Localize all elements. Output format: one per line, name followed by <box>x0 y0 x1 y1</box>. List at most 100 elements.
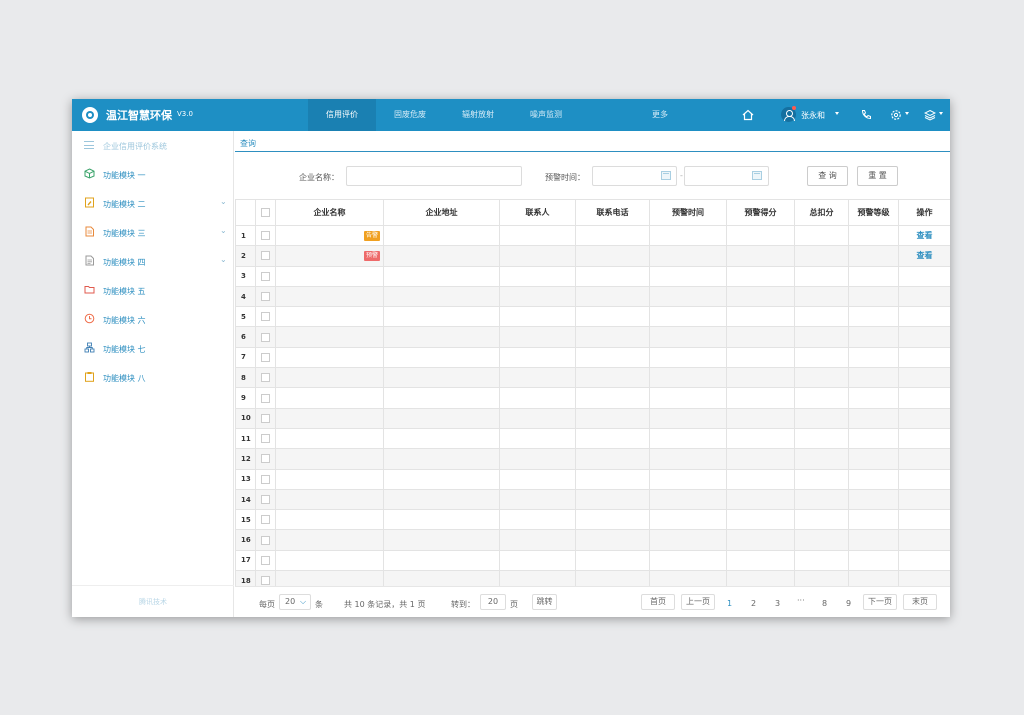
sidebar-item[interactable]: 功能模块 七 <box>72 336 234 360</box>
table-cell <box>383 224 500 247</box>
table-cell <box>649 529 727 551</box>
sidebar-item-label: 功能模块 三 <box>103 229 146 238</box>
column-header[interactable]: 企业名称 <box>275 199 384 226</box>
page-link[interactable]: 8 <box>822 599 827 608</box>
sidebar-header: 企业信用评价系统 <box>72 131 234 159</box>
sidebar-item[interactable]: 功能模块 八 <box>72 365 234 389</box>
row-checkbox[interactable] <box>261 474 270 484</box>
chevron-down-icon[interactable]: ⌄ <box>220 197 227 206</box>
row-checkbox[interactable] <box>261 454 270 464</box>
tab-solid-waste[interactable]: 固废危废 <box>376 99 444 131</box>
table-cell <box>649 306 727 328</box>
row-checkbox[interactable] <box>261 413 270 423</box>
row-checkbox[interactable] <box>261 251 270 261</box>
next-page-button[interactable]: 下一页 <box>863 594 897 610</box>
company-name-input[interactable] <box>346 166 522 186</box>
goto-button[interactable]: 跳转 <box>532 594 557 610</box>
page-link[interactable]: 1 <box>727 599 732 608</box>
row-checkbox[interactable] <box>261 373 270 383</box>
row-checkbox[interactable] <box>261 271 270 281</box>
sidebar-item[interactable]: 功能模块 五 <box>72 278 234 302</box>
layers-chevron-down-icon[interactable] <box>939 112 943 115</box>
start-calendar-icon[interactable] <box>661 171 671 180</box>
row-checkbox[interactable] <box>261 495 270 504</box>
tab-noise-monitoring[interactable]: 噪声监测 <box>512 99 580 131</box>
row-checkbox[interactable] <box>261 515 270 525</box>
column-header[interactable]: 联系人 <box>499 199 576 226</box>
settings-chevron-down-icon[interactable] <box>905 112 909 115</box>
row-checkbox[interactable] <box>261 312 270 322</box>
goto-page-input[interactable]: 20 <box>480 594 506 610</box>
per-page-select[interactable]: 20 ⌵ <box>279 594 311 610</box>
action-cell <box>898 529 950 551</box>
sidebar-item[interactable]: 功能模块 四 ⌄ <box>72 249 234 273</box>
chevron-down-icon: ⌵ <box>300 597 307 606</box>
end-calendar-icon[interactable] <box>752 171 762 180</box>
chevron-down-icon[interactable]: ⌄ <box>220 255 227 264</box>
company-name-cell <box>275 387 384 409</box>
row-checkbox[interactable] <box>261 535 270 545</box>
version-label: V3.0 <box>177 110 193 118</box>
sidebar-item-label: 功能模块 四 <box>103 258 146 267</box>
row-checkbox[interactable] <box>261 231 270 241</box>
view-link[interactable]: 查看 <box>917 231 933 240</box>
row-index: 14 <box>235 488 256 511</box>
layers-icon[interactable] <box>923 109 937 121</box>
table-cell <box>726 367 795 389</box>
sidebar-item[interactable]: 功能模块 六 <box>72 307 234 331</box>
column-header: 操作 <box>898 199 950 226</box>
select-all-checkbox[interactable] <box>261 208 270 217</box>
reset-button[interactable]: 重 置 <box>857 166 898 186</box>
row-checkbox[interactable] <box>261 434 270 444</box>
table-cell <box>499 529 576 551</box>
table-cell <box>848 224 899 247</box>
column-header[interactable]: 预警得分 <box>726 199 795 226</box>
action-cell <box>898 488 950 511</box>
tab-radiation[interactable]: 辐射放射 <box>444 99 512 131</box>
tab-more[interactable]: 更多 <box>626 99 694 131</box>
table-cell <box>726 224 795 247</box>
last-page-button[interactable]: 末页 <box>903 594 937 610</box>
sidebar-item[interactable]: 功能模块 三 ⌄ <box>72 220 234 244</box>
row-checkbox[interactable] <box>261 332 270 342</box>
table-cell <box>575 427 650 450</box>
page-link[interactable]: 2 <box>751 599 756 608</box>
table-cell <box>499 549 576 572</box>
view-link[interactable]: 查看 <box>917 251 933 260</box>
column-header[interactable]: 企业地址 <box>383 199 500 226</box>
company-name-cell <box>275 285 384 308</box>
row-checkbox[interactable] <box>261 393 270 403</box>
goto-unit: 页 <box>510 600 518 609</box>
search-button[interactable]: 查 询 <box>807 166 848 186</box>
phone-icon[interactable] <box>860 109 872 121</box>
clock-icon <box>84 313 95 324</box>
chevron-down-icon[interactable]: ⌄ <box>220 226 227 235</box>
row-checkbox[interactable] <box>261 555 270 565</box>
row-index: 15 <box>235 509 256 531</box>
row-checkbox[interactable] <box>261 292 270 302</box>
row-select-cell <box>255 468 276 490</box>
column-header[interactable]: 总扣分 <box>794 199 849 226</box>
table-cell <box>848 509 899 531</box>
user-name[interactable]: 张永和 <box>801 110 825 121</box>
tab-credit-evaluation[interactable]: 信用评价 <box>308 99 376 131</box>
column-header[interactable]: 联系电话 <box>575 199 650 226</box>
user-menu-chevron-down-icon[interactable] <box>835 112 839 115</box>
home-icon[interactable] <box>742 109 754 121</box>
page-link[interactable]: 3 <box>775 599 780 608</box>
prev-page-button[interactable]: 上一页 <box>681 594 715 610</box>
action-cell <box>898 265 950 287</box>
sidebar-item[interactable]: 功能模块 一 <box>72 162 234 186</box>
row-checkbox[interactable] <box>261 352 270 362</box>
breadcrumb-current: 查询 <box>240 139 256 148</box>
action-cell <box>898 387 950 409</box>
menu-toggle-icon[interactable] <box>84 141 94 149</box>
row-select-cell <box>255 224 276 247</box>
sidebar-item[interactable]: 功能模块 二 ⌄ <box>72 191 234 215</box>
row-checkbox[interactable] <box>261 576 270 586</box>
settings-gear-icon[interactable] <box>890 109 902 121</box>
first-page-button[interactable]: 首页 <box>641 594 675 610</box>
page-link[interactable]: 9 <box>846 599 851 608</box>
column-header[interactable]: 预警时间 <box>649 199 727 226</box>
column-header[interactable]: 预警等级 <box>848 199 899 226</box>
